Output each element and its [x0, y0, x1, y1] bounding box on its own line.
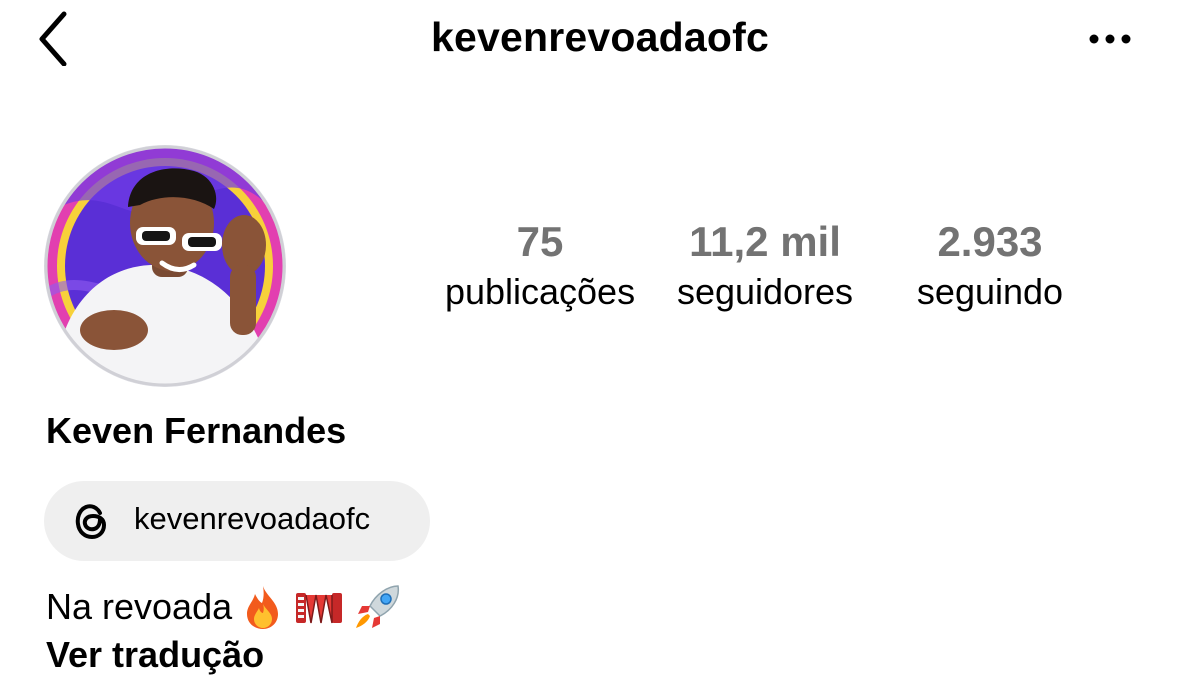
- posts-stat[interactable]: 75 publicações: [440, 218, 640, 318]
- followers-count: 11,2 mil: [689, 218, 841, 265]
- rocket-emoji-icon: [354, 584, 402, 630]
- following-stat[interactable]: 2.933 seguindo: [890, 218, 1090, 318]
- chevron-left-icon: [39, 11, 67, 66]
- top-bar: kevenrevoadaofc: [0, 0, 1200, 80]
- followers-stat[interactable]: 11,2 mil seguidores: [660, 218, 870, 318]
- following-label: seguindo: [916, 271, 1064, 312]
- bio: Na revoada: [46, 582, 402, 632]
- fire-emoji-icon: [242, 584, 284, 630]
- profile-username-title: kevenrevoadaofc: [430, 14, 769, 60]
- following-count: 2.933: [937, 218, 1043, 265]
- back-button[interactable]: [30, 8, 80, 66]
- threads-icon: [75, 504, 107, 540]
- see-translation-link[interactable]: Ver tradução: [46, 634, 264, 676]
- more-options-button[interactable]: [1080, 22, 1140, 56]
- threads-link-button[interactable]: kevenrevoadaofc: [44, 481, 430, 561]
- accordion-emoji-icon: [294, 587, 344, 627]
- posts-label: publicações: [444, 271, 636, 312]
- posts-count: 75: [516, 218, 564, 265]
- profile-stats: 75 publicações 11,2 mil seguidores 2.933…: [0, 218, 1200, 318]
- ellipsis-icon: [1089, 34, 1131, 44]
- threads-handle: kevenrevoadaofc: [134, 501, 371, 536]
- bio-text: Na revoada: [46, 586, 233, 627]
- followers-label: seguidores: [676, 271, 854, 312]
- display-name: Keven Fernandes: [46, 410, 347, 451]
